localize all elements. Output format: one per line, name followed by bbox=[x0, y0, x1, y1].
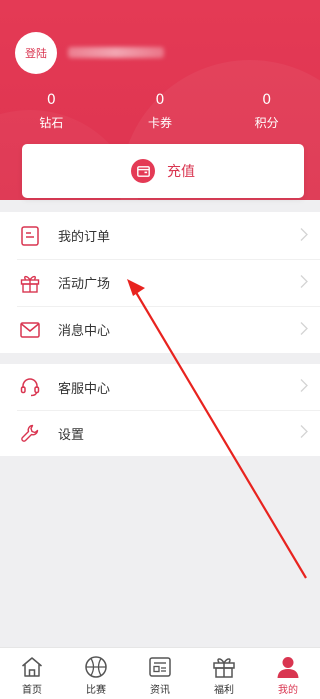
recharge-label: 充值 bbox=[167, 164, 195, 180]
tab-welfare[interactable]: 福利 bbox=[192, 648, 256, 699]
chevron-right-icon bbox=[300, 378, 308, 397]
tab-label: 比赛 bbox=[86, 685, 106, 696]
stat-value: 0 bbox=[155, 92, 165, 108]
home-icon bbox=[19, 654, 45, 680]
headset-icon bbox=[19, 376, 41, 398]
tab-mine[interactable]: 我的 bbox=[256, 648, 320, 699]
menu-item-label: 设置 bbox=[58, 427, 85, 443]
wallet-icon bbox=[131, 159, 155, 183]
tab-label: 资讯 bbox=[150, 685, 170, 696]
user-icon bbox=[275, 654, 301, 680]
username-blurred bbox=[68, 47, 164, 58]
menu-item-label: 客服中心 bbox=[58, 381, 111, 397]
login-label: 登陆 bbox=[25, 47, 47, 60]
login-avatar-button[interactable]: 登陆 bbox=[15, 32, 57, 74]
menu-item-orders[interactable]: 我的订单 bbox=[0, 212, 320, 259]
gift-icon bbox=[19, 272, 41, 294]
bottom-tab-bar: 首页 比赛 资讯 福利 我的 bbox=[0, 647, 320, 699]
stat-diamonds[interactable]: 0 钻石 bbox=[0, 90, 107, 134]
menu-item-label: 我的订单 bbox=[58, 230, 111, 245]
menu-item-label: 活动广场 bbox=[58, 277, 111, 292]
stat-label: 卡券 bbox=[148, 116, 173, 130]
stat-coupons[interactable]: 0 卡券 bbox=[107, 90, 214, 134]
menu-item-support[interactable]: 客服中心 bbox=[0, 364, 320, 410]
chevron-right-icon bbox=[300, 424, 308, 443]
gift-icon bbox=[211, 654, 237, 680]
menu-item-activities[interactable]: 活动广场 bbox=[0, 259, 320, 306]
recharge-button[interactable]: 充值 bbox=[22, 144, 304, 198]
mail-icon bbox=[19, 319, 41, 341]
menu-item-messages[interactable]: 消息中心 bbox=[0, 306, 320, 353]
chevron-right-icon bbox=[300, 273, 308, 292]
stat-label: 积分 bbox=[254, 116, 279, 130]
menu-group-secondary: 客服中心 设置 bbox=[0, 364, 320, 456]
stat-value: 0 bbox=[46, 92, 56, 108]
menu-item-settings[interactable]: 设置 bbox=[0, 410, 320, 456]
menu-item-label: 消息中心 bbox=[58, 324, 111, 339]
order-icon bbox=[19, 225, 41, 247]
news-icon bbox=[147, 654, 173, 680]
tab-label: 首页 bbox=[22, 685, 42, 696]
stat-points[interactable]: 0 积分 bbox=[213, 90, 320, 134]
chevron-right-icon bbox=[300, 226, 308, 245]
menu-group-primary: 我的订单 活动广场 消息中心 bbox=[0, 212, 320, 353]
tab-news[interactable]: 资讯 bbox=[128, 648, 192, 699]
wrench-icon bbox=[19, 422, 41, 444]
tab-home[interactable]: 首页 bbox=[0, 648, 64, 699]
stats-bar: 0 钻石 0 卡券 0 积分 bbox=[0, 90, 320, 134]
stat-value: 0 bbox=[262, 92, 272, 108]
ball-icon bbox=[83, 654, 109, 680]
stat-label: 钻石 bbox=[39, 116, 64, 130]
tab-label: 我的 bbox=[278, 685, 298, 696]
chevron-right-icon bbox=[300, 320, 308, 339]
tab-label: 福利 bbox=[214, 685, 234, 696]
tab-matches[interactable]: 比赛 bbox=[64, 648, 128, 699]
